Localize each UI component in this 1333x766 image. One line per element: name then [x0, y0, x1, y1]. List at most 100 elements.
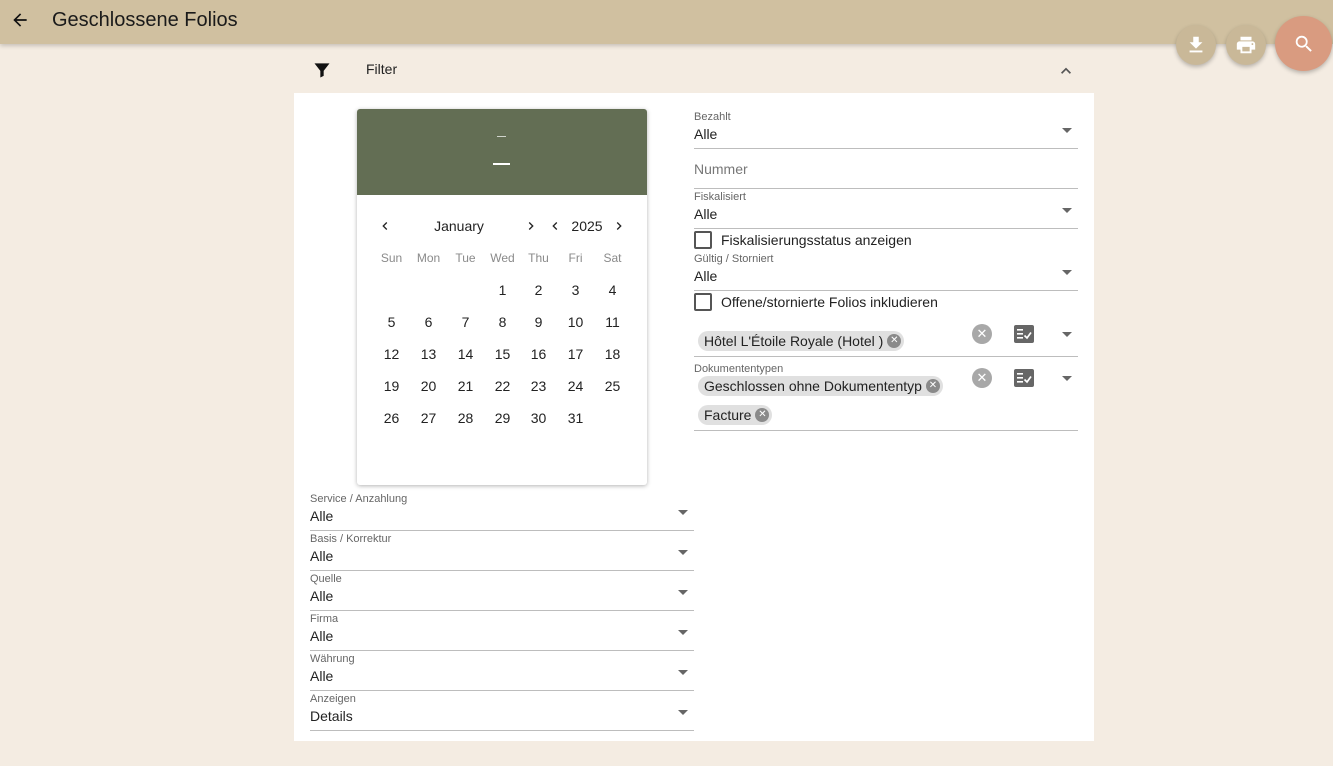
fiskalisierungsstatus-checkbox-row[interactable]: Fiskalisierungsstatus anzeigen — [694, 229, 912, 251]
next-year-button[interactable] — [609, 217, 629, 235]
select-all-button[interactable] — [1014, 369, 1034, 387]
field-value: Alle — [310, 668, 334, 684]
calendar-day[interactable]: 8 — [484, 306, 521, 338]
calendar-day[interactable]: 2 — [520, 274, 557, 306]
calendar-day[interactable]: 18 — [594, 338, 631, 370]
filter-select-1[interactable]: Basis / Korrektur Alle — [310, 533, 694, 571]
selected-date-placeholder[interactable] — [493, 163, 510, 165]
dropdown-arrow-icon — [678, 670, 688, 675]
chip-label: Geschlossen ohne Dokumententyp — [704, 378, 922, 394]
offene-folios-checkbox-row[interactable]: Offene/stornierte Folios inkludieren — [694, 291, 938, 313]
clear-selection-button[interactable]: ✕ — [972, 324, 992, 344]
search-button[interactable] — [1275, 16, 1332, 71]
calendar-day[interactable]: 10 — [557, 306, 594, 338]
page-title: Geschlossene Folios — [52, 9, 238, 31]
calendar-day[interactable]: 15 — [484, 338, 521, 370]
calendar-day[interactable]: 7 — [447, 306, 484, 338]
calendar-day[interactable]: 30 — [520, 402, 557, 434]
field-value: Alle — [310, 548, 334, 564]
calendar-day[interactable]: 31 — [557, 402, 594, 434]
calendar-day[interactable]: 6 — [410, 306, 447, 338]
chip-label: Facture — [704, 407, 752, 423]
month-label[interactable]: January — [419, 217, 499, 235]
chevron-left-icon — [552, 222, 558, 230]
year-label[interactable]: 2025 — [567, 217, 607, 235]
gueltig-storniert-select[interactable]: Gültig / Storniert Alle — [694, 253, 1078, 291]
close-circle-icon: ✕ — [976, 326, 988, 341]
collapse-button[interactable] — [1056, 61, 1076, 81]
dokumententypen-multiselect[interactable]: Dokumententypen Geschlossen ohne Dokumen… — [694, 361, 1078, 431]
filter-icon — [314, 63, 330, 78]
calendar-day[interactable]: 22 — [484, 370, 521, 402]
fiskalisierungsstatus-checkbox[interactable] — [694, 231, 712, 249]
filter-select-2[interactable]: Quelle Alle — [310, 573, 694, 611]
chip-remove-icon[interactable]: ✕ — [887, 334, 902, 348]
next-month-button[interactable] — [521, 217, 541, 235]
dropdown-arrow-icon — [678, 590, 688, 595]
filter-header[interactable]: Filter — [294, 50, 1094, 90]
field-label: Quelle — [310, 573, 342, 585]
calendar-day[interactable]: 11 — [594, 306, 631, 338]
calendar-day[interactable]: 13 — [410, 338, 447, 370]
field-value: Alle — [310, 588, 334, 604]
calendar-day[interactable]: 19 — [373, 370, 410, 402]
chevron-right-icon — [616, 222, 622, 230]
fiskalisiert-select[interactable]: Fiskalisiert Alle — [694, 191, 1078, 229]
filter-select-4[interactable]: Währung Alle — [310, 653, 694, 691]
dokumententyp-chip: Geschlossen ohne Dokumententyp ✕ — [698, 376, 943, 396]
calendar-day[interactable]: 24 — [557, 370, 594, 402]
calendar-day[interactable]: 26 — [373, 402, 410, 434]
prev-month-button[interactable] — [375, 217, 395, 235]
checklist-icon — [1014, 369, 1034, 387]
download-button[interactable] — [1176, 25, 1216, 65]
weekday-label: Thu — [528, 251, 549, 265]
field-label: Währung — [310, 653, 355, 665]
back-button[interactable] — [6, 6, 34, 34]
calendar-day[interactable]: 21 — [447, 370, 484, 402]
calendar-day[interactable]: 16 — [520, 338, 557, 370]
date-picker-header — [357, 109, 647, 195]
dropdown-arrow-icon — [1062, 128, 1072, 133]
calendar-day[interactable]: 17 — [557, 338, 594, 370]
filter-select-5[interactable]: Anzeigen Details — [310, 693, 694, 731]
print-button[interactable] — [1226, 25, 1266, 65]
calendar-day[interactable]: 20 — [410, 370, 447, 402]
field-value: Alle — [694, 206, 718, 222]
calendar-day[interactable]: 28 — [447, 402, 484, 434]
hotel-multiselect[interactable]: Hôtel L'Étoile Royale (Hotel ) ✕ ✕ — [694, 319, 1078, 357]
bezahlt-select[interactable]: Bezahlt Alle — [694, 111, 1078, 149]
chip-remove-icon[interactable]: ✕ — [925, 379, 940, 393]
weekday-label: Wed — [490, 251, 515, 265]
calendar-day[interactable]: 9 — [520, 306, 557, 338]
calendar-day[interactable]: 25 — [594, 370, 631, 402]
field-label: Firma — [310, 613, 339, 625]
dokumententyp-chip: Facture ✕ — [698, 405, 773, 425]
calendar-day[interactable]: 1 — [484, 274, 521, 306]
arrow-back-icon — [13, 13, 27, 27]
chip-label: Hôtel L'Étoile Royale (Hotel ) — [704, 333, 884, 349]
offene-folios-checkbox[interactable] — [694, 293, 712, 311]
dropdown-arrow-icon — [1062, 376, 1072, 381]
calendar-day[interactable]: 14 — [447, 338, 484, 370]
field-label: Service / Anzahlung — [310, 493, 408, 505]
calendar-day[interactable]: 3 — [557, 274, 594, 306]
field-label: Basis / Korrektur — [310, 533, 392, 545]
selected-year-placeholder[interactable] — [497, 136, 506, 137]
nummer-input[interactable]: Nummer — [694, 151, 1078, 189]
prev-year-button[interactable] — [545, 217, 565, 235]
calendar-day[interactable]: 5 — [373, 306, 410, 338]
calendar-day[interactable]: 12 — [373, 338, 410, 370]
calendar-day[interactable]: 29 — [484, 402, 521, 434]
calendar-day[interactable]: 4 — [594, 274, 631, 306]
filter-panel: January 2025 Sun Mon Tue Wed Thu Fri Sat 1 2 3 4 5 6… — [294, 93, 1094, 741]
filter-select-0[interactable]: Service / Anzahlung Alle — [310, 493, 694, 531]
hotel-chip: Hôtel L'Étoile Royale (Hotel ) ✕ — [698, 331, 905, 351]
calendar-day[interactable]: 27 — [410, 402, 447, 434]
dropdown-arrow-icon — [1062, 270, 1072, 275]
select-all-button[interactable] — [1014, 325, 1034, 343]
clear-selection-button[interactable]: ✕ — [972, 368, 992, 388]
filter-select-3[interactable]: Firma Alle — [310, 613, 694, 651]
checkbox-label: Fiskalisierungsstatus anzeigen — [721, 232, 912, 248]
calendar-day[interactable]: 23 — [520, 370, 557, 402]
chip-remove-icon[interactable]: ✕ — [755, 408, 770, 422]
